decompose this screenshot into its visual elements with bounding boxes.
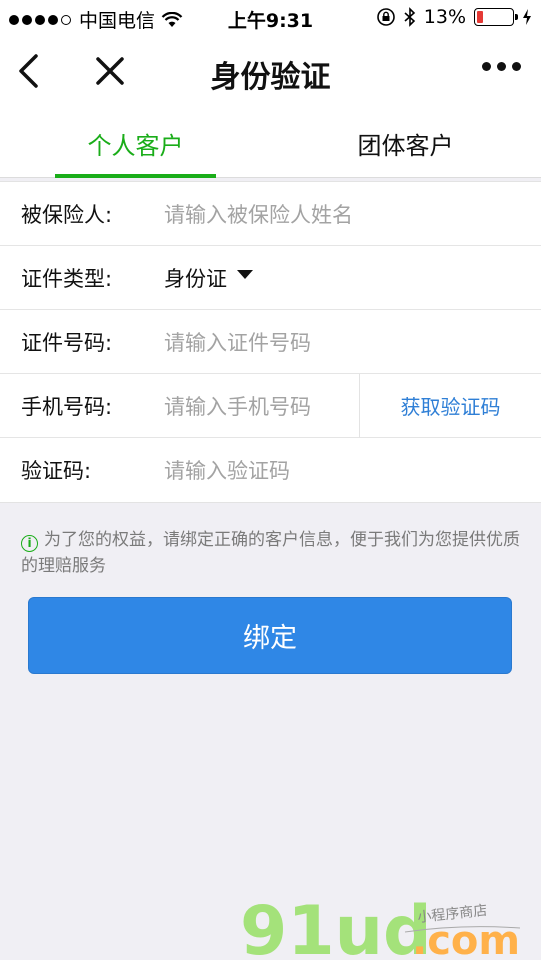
id-type-value: 身份证 <box>164 266 227 291</box>
id-number-input[interactable]: 请输入证件号码 <box>164 327 311 357</box>
rotation-lock-icon <box>376 8 395 26</box>
tab-group[interactable]: 团体客户 <box>325 108 486 178</box>
phone-input[interactable]: 请输入手机号码 <box>164 391 311 421</box>
bind-button[interactable]: 绑定 <box>28 597 512 674</box>
page-title: 身份验证 <box>210 60 331 95</box>
more-icon[interactable] <box>482 62 521 71</box>
form-row-id-type: 证件类型: 身份证 <box>0 246 541 310</box>
charging-icon <box>523 9 531 25</box>
customer-tabs: 个人客户 团体客户 <box>0 108 541 178</box>
id-type-label: 证件类型: <box>21 266 113 291</box>
status-bar: 中国电信 上午9:31 13% <box>0 0 541 34</box>
form-row-phone: 手机号码: 请输入手机号码 获取验证码 <box>0 374 541 438</box>
tab-personal[interactable]: 个人客户 <box>55 108 216 178</box>
tip-text: 为了您的权益，请绑定正确的客户信息，便于我们为您提供优质的理赔服务 <box>21 530 520 576</box>
verification-form: 被保险人: 请输入被保险人姓名 证件类型: 身份证 证件号码: 请输入证件号码 … <box>0 181 541 503</box>
id-number-label: 证件号码: <box>21 330 113 355</box>
code-label: 验证码: <box>21 459 92 483</box>
caret-down-icon <box>237 270 253 279</box>
watermark-logo-text: 91ud <box>240 892 432 960</box>
insured-name-input[interactable]: 请输入被保险人姓名 <box>164 199 353 229</box>
bluetooth-icon <box>404 7 415 27</box>
id-type-select[interactable]: 身份证 <box>164 263 253 293</box>
form-row-id-number: 证件号码: 请输入证件号码 <box>0 310 541 374</box>
form-row-insured: 被保险人: 请输入被保险人姓名 <box>0 182 541 246</box>
form-row-code: 验证码: 请输入验证码 <box>0 438 541 502</box>
info-tip: i 为了您的权益，请绑定正确的客户信息，便于我们为您提供优质的理赔服务 <box>21 527 521 579</box>
watermark-logo: 91ud .com 小程序商店 <box>240 892 520 960</box>
battery-icon <box>474 8 518 26</box>
phone-label: 手机号码: <box>21 394 113 419</box>
status-right: 13% <box>376 6 532 28</box>
battery-percent: 13% <box>423 6 466 28</box>
code-input[interactable]: 请输入验证码 <box>164 455 290 485</box>
info-icon: i <box>21 534 38 552</box>
nav-bar: 身份验证 <box>0 34 541 108</box>
insured-label: 被保险人: <box>21 202 113 227</box>
get-code-button[interactable]: 获取验证码 <box>360 391 541 420</box>
